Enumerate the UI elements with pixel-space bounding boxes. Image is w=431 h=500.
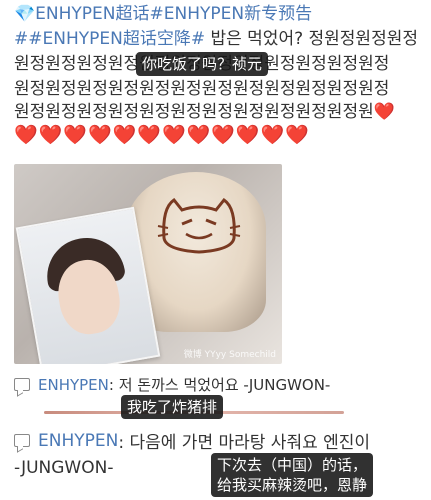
post-line-1: 💎ENHYPEN超话#ENHYPEN新专预告 [14,2,312,26]
subtitle-line-1: 下次去（中国）的话， [217,456,368,474]
comment-text: : 다음에 가면 마라탕 사줘요 엔진이 [118,433,371,453]
post-line-4: 원정원정원정원정원정원정원정원정원정원정원정원정 [14,79,390,99]
supertopic-hashtag[interactable]: 💎ENHYPEN超话#ENHYPEN新专预告 [14,4,312,24]
post-text-2: 밥은 먹었어? 정원정원정원정 [205,29,418,49]
comment-author[interactable]: ENHYPEN [38,431,118,451]
photo-watermark: 微博 YYyy Somechild [183,350,276,360]
heart-emoji-row: ❤️❤️❤️❤️❤️❤️❤️❤️❤️❤️❤️❤️ [14,124,310,146]
comment-icon [14,378,30,391]
comment-text-continued: -JUNGWON- [14,458,114,478]
video-subtitle-comment-2: 下次去（中国）的话， 给我买麻辣烫吧，恩静 [211,453,374,497]
post-line-2: ##ENHYPEN超话空降# 밥은 먹었어? 정원정원정원정 [14,27,418,51]
comment-author[interactable]: ENHYPEN [38,376,109,394]
subtitle-line-2: 给我买麻辣烫吧，恩静 [217,476,368,494]
comment-item-1[interactable]: ENHYPEN : 저 돈까스 먹었어요 -JUNGWON- [14,374,330,395]
post-line-5: 원정원정원정원정원정원정원정원정원정원정원정원❤️ [14,102,395,122]
comment-text: : 저 돈까스 먹었어요 -JUNGWON- [108,376,331,394]
video-subtitle-top: 你吃饭了吗？祯元 [136,52,269,76]
latte-art-cat-drawing [157,197,241,254]
video-subtitle-comment-1: 我吃了炸猪排 [121,395,224,419]
supertopic-hashtag-2[interactable]: ##ENHYPEN超话空降# [14,29,205,49]
comment-icon [14,434,30,447]
comment-item-2[interactable]: ENHYPEN : 다음에 가면 마라탕 사줘요 엔진이 [14,428,370,453]
post-photo[interactable]: 微博 YYyy Somechild [14,164,282,364]
